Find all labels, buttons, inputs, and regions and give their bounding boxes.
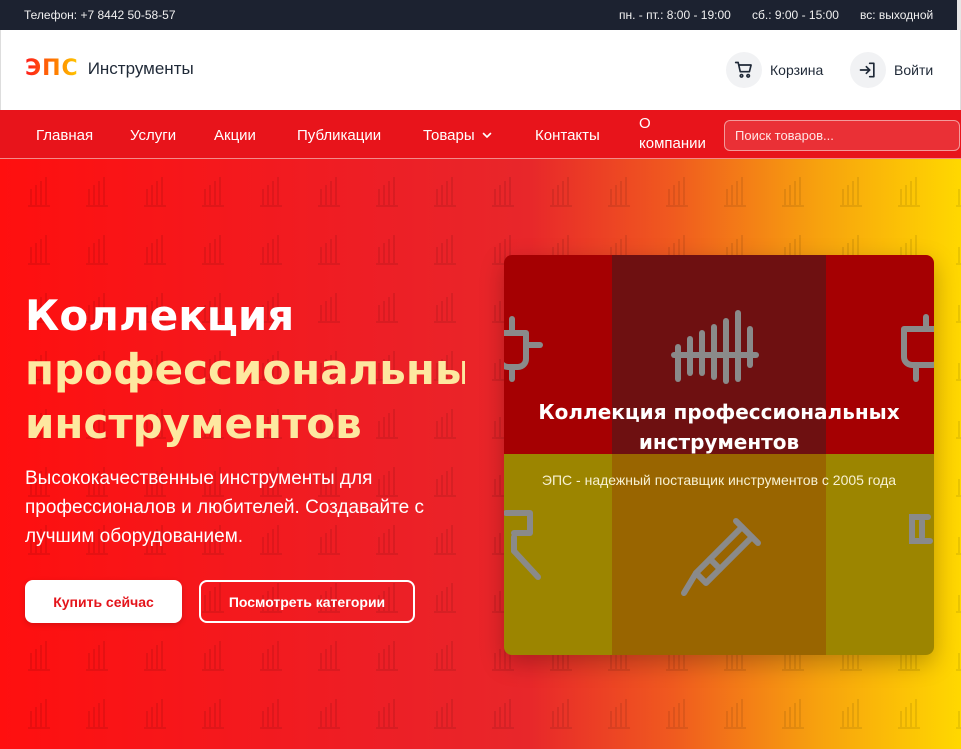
nav-item-contacts[interactable]: Контакты <box>535 127 600 144</box>
cart-icon <box>726 52 762 88</box>
hours-saturday: сб.: 9:00 - 15:00 <box>752 8 839 22</box>
cart-button[interactable]: Корзина <box>726 50 823 90</box>
nav-item-home[interactable]: Главная <box>36 127 93 144</box>
screwdriver-icon <box>681 518 761 596</box>
fence-icon <box>671 310 759 384</box>
nav-item-about[interactable]: О компании <box>639 114 719 154</box>
top-info-bar: Телефон: +7 8442 50-58-57 пн. - пт.: 8:0… <box>0 0 961 30</box>
logo-name: Инструменты <box>87 58 194 78</box>
card-title: Коллекция профессиональных инструментов <box>538 400 900 454</box>
hero-title-line1: Коллекция <box>25 291 295 340</box>
view-categories-button[interactable]: Посмотреть категории <box>199 580 415 623</box>
buy-now-button[interactable]: Купить сейчас <box>25 580 182 623</box>
main-nav: Главная Услуги Акции Публикации Товары К… <box>0 110 961 159</box>
logo-mark: ЭПС <box>25 56 79 81</box>
socket-icon <box>901 314 934 382</box>
nav-item-promotions[interactable]: Акции <box>214 127 256 144</box>
hero-section: Коллекция профессиональных инструментов … <box>0 159 961 749</box>
search-input[interactable] <box>724 120 960 151</box>
hero-title: Коллекция профессиональных инструментов <box>25 289 465 451</box>
plug-icon <box>504 316 543 382</box>
site-logo[interactable]: ЭПС Инструменты <box>25 56 194 81</box>
card-subtitle: ЭПС - надежный поставщик инструментов с … <box>541 472 897 488</box>
scrollbar-edge <box>957 0 961 30</box>
hero-feature-card: Коллекция профессиональных инструментов … <box>504 255 934 655</box>
hero-title-line2: профессиональных <box>25 345 465 394</box>
cart-label: Корзина <box>770 62 824 78</box>
clamp-icon <box>909 514 933 544</box>
chevron-down-icon <box>481 128 493 145</box>
site-header: ЭПС Инструменты Корзина Войти <box>0 30 961 110</box>
hero-description: Высококачественные инструменты для профе… <box>25 468 424 547</box>
nav-item-services[interactable]: Услуги <box>130 127 176 144</box>
login-button[interactable]: Войти <box>850 50 933 90</box>
phone-number[interactable]: Телефон: +7 8442 50-58-57 <box>24 8 176 22</box>
nav-item-products[interactable]: Товары <box>423 127 493 145</box>
nav-item-publications[interactable]: Публикации <box>297 127 381 144</box>
login-icon <box>850 52 886 88</box>
wrench-icon <box>504 510 541 580</box>
hours-sunday: вс: выходной <box>860 8 934 22</box>
nav-item-products-label: Товары <box>423 127 475 144</box>
login-label: Войти <box>894 62 934 78</box>
hero-title-line3: инструментов <box>25 399 362 448</box>
hours-weekdays: пн. - пт.: 8:00 - 19:00 <box>619 8 731 22</box>
